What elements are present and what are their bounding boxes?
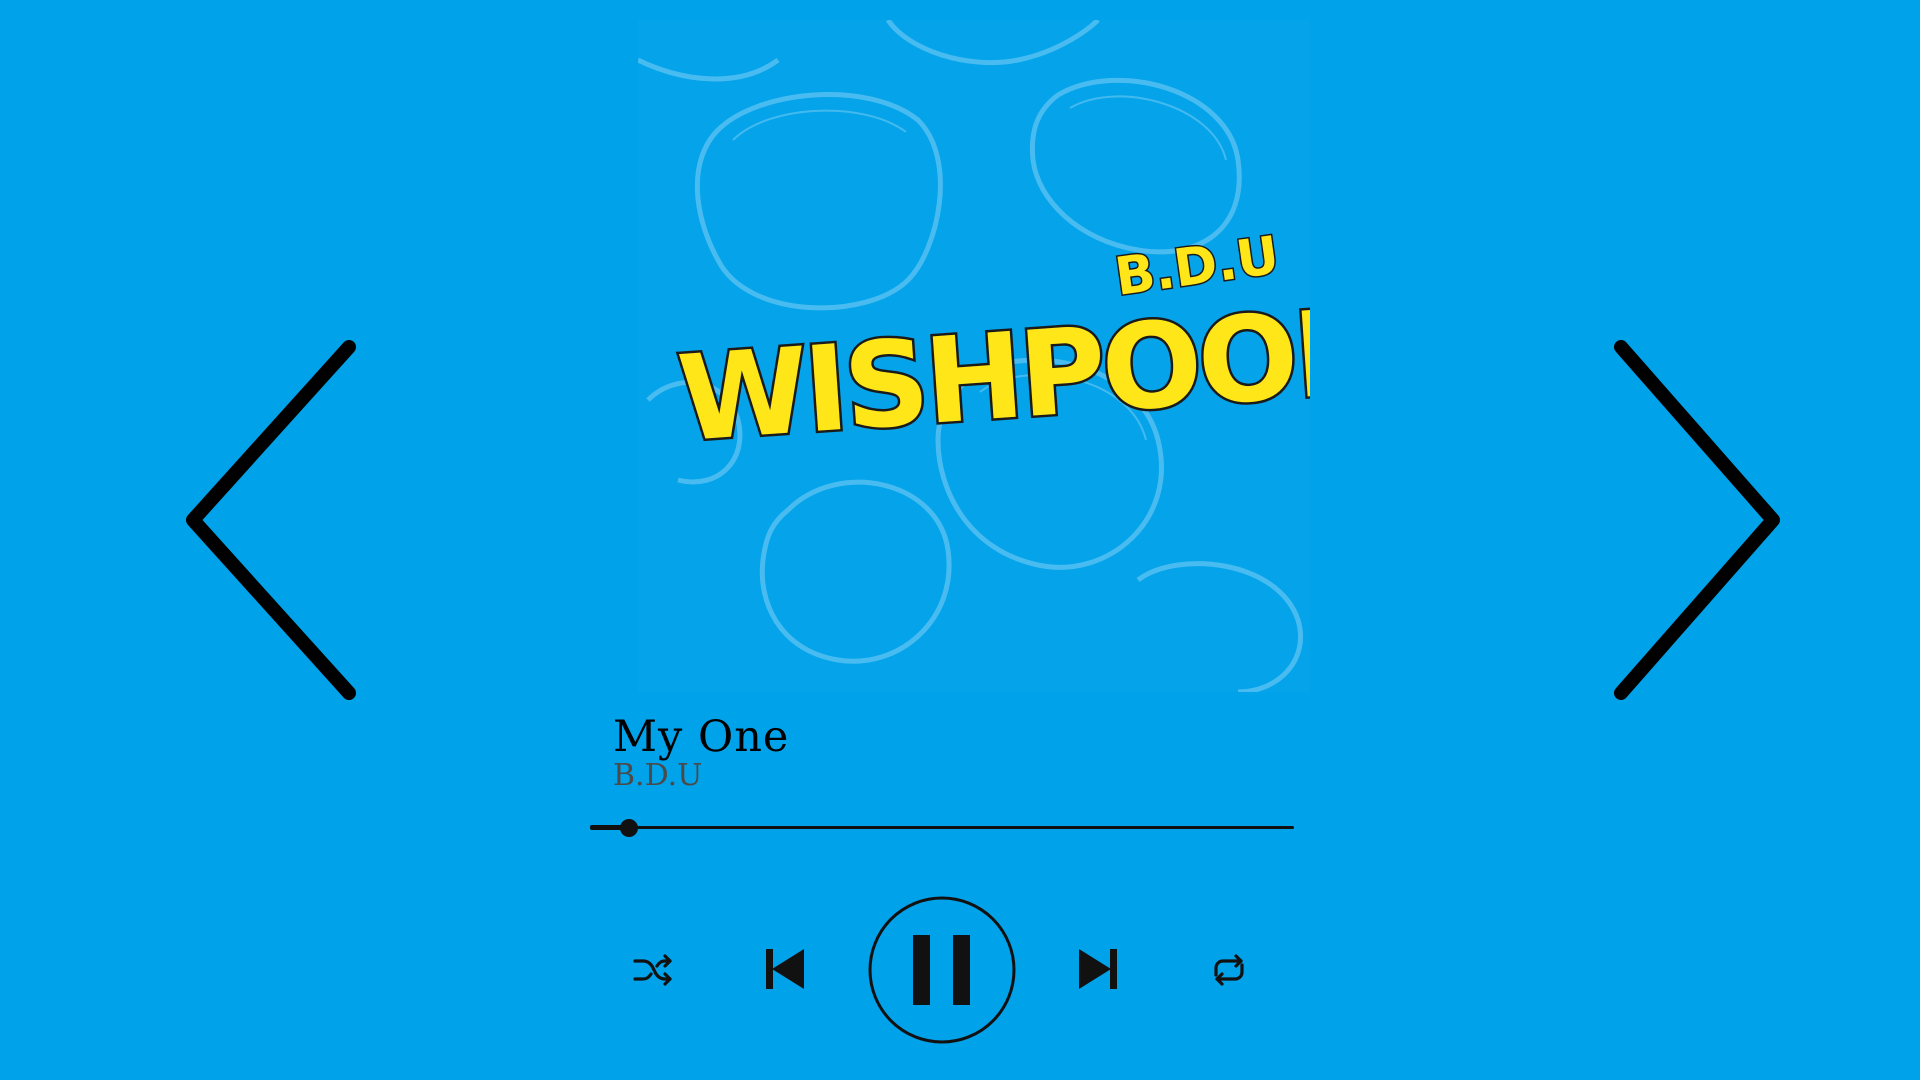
playback-controls — [620, 895, 1280, 1045]
chevron-right-icon — [1614, 340, 1780, 700]
music-player: B.D.U WISHPOOL My One B.D.U — [0, 0, 1920, 1080]
shuffle-icon — [633, 954, 672, 986]
progress-track — [590, 826, 1294, 829]
previous-album-button[interactable] — [175, 325, 375, 725]
next-album-button[interactable] — [1595, 325, 1795, 725]
album-cover: B.D.U WISHPOOL — [638, 20, 1310, 692]
play-pause-button[interactable] — [867, 895, 1017, 1045]
track-title: My One — [613, 712, 790, 762]
skip-previous-icon — [766, 949, 804, 989]
repeat-button[interactable] — [1208, 951, 1250, 989]
chevron-left-icon — [186, 340, 356, 700]
progress-handle[interactable] — [619, 819, 638, 837]
shuffle-button[interactable] — [632, 951, 674, 989]
repeat-icon — [1214, 954, 1244, 986]
track-info: My One B.D.U — [613, 712, 1313, 794]
pause-icon — [868, 896, 1016, 1044]
skip-next-icon — [1079, 949, 1117, 989]
progress-bar[interactable] — [590, 812, 1294, 842]
track-artist: B.D.U — [613, 758, 703, 794]
previous-track-button[interactable] — [762, 945, 808, 993]
next-track-button[interactable] — [1075, 945, 1121, 993]
